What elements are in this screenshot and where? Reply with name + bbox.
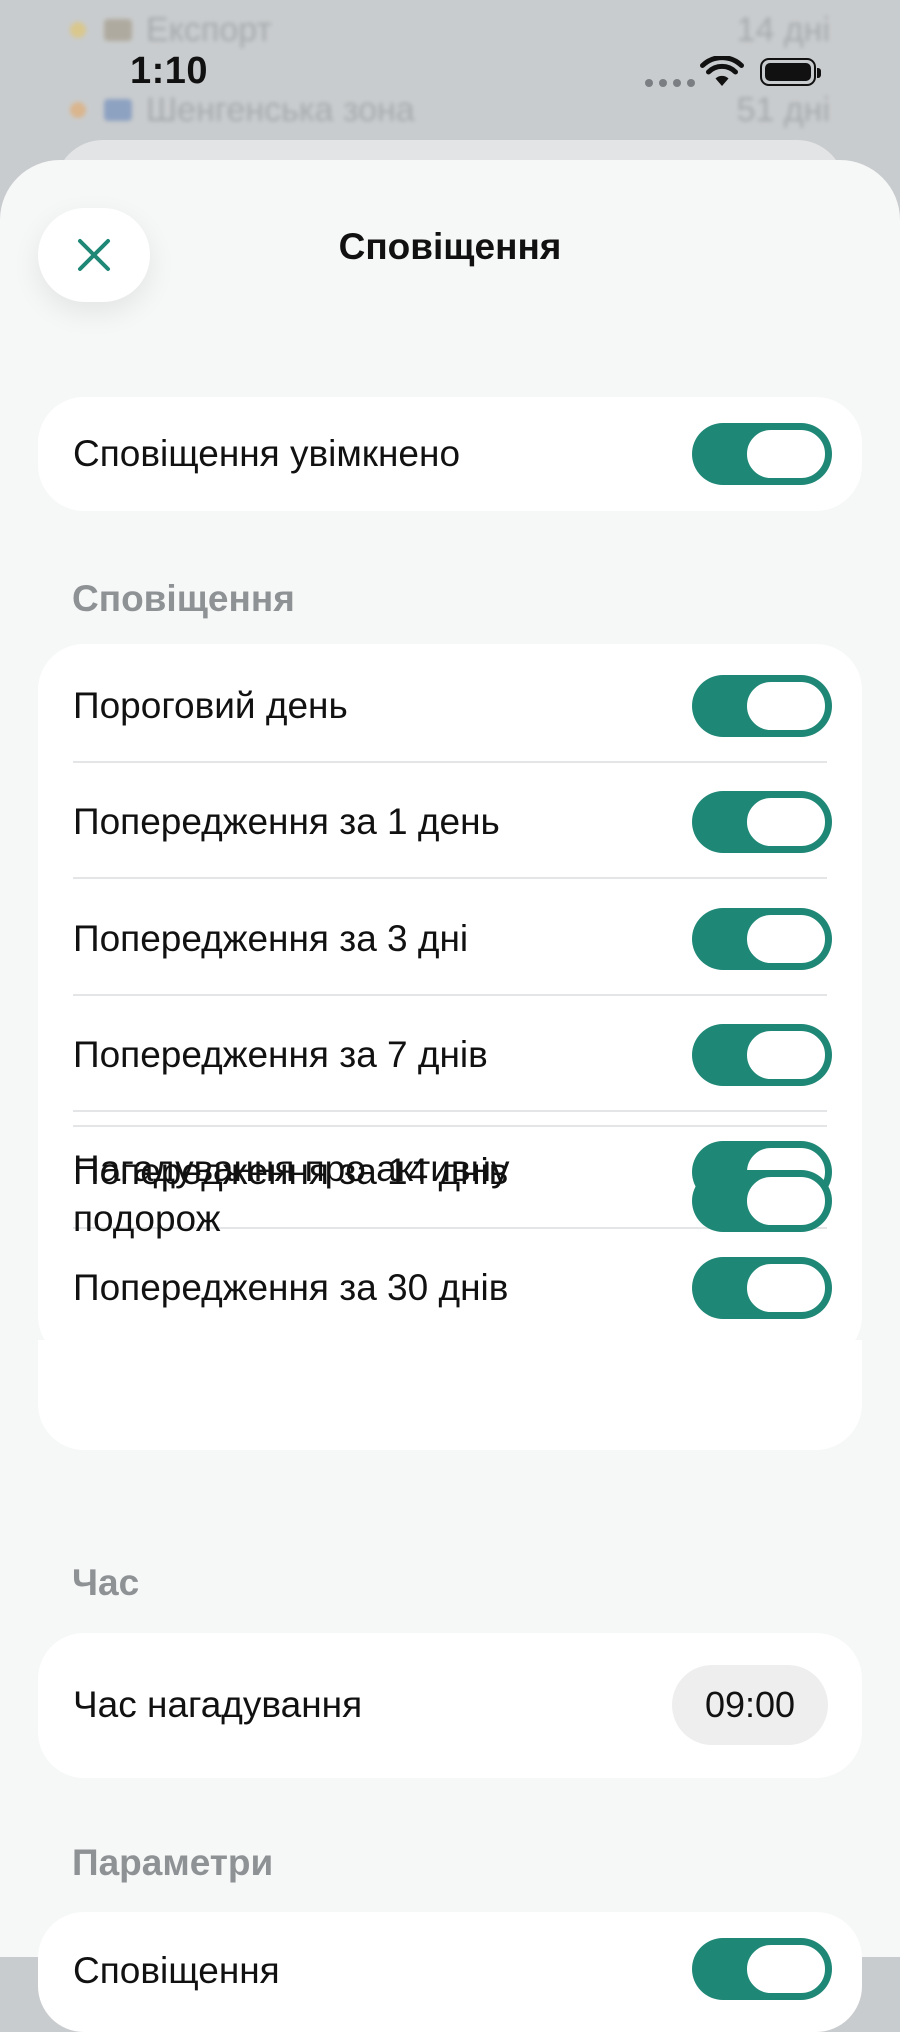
parameters-first-toggle[interactable] bbox=[692, 1938, 832, 2000]
notification-item-label: Пороговий день bbox=[73, 685, 348, 726]
notification-toggle-3-days[interactable] bbox=[692, 908, 832, 970]
status-bar: 1:10 bbox=[0, 0, 900, 140]
parameters-first-label: Сповіщення bbox=[73, 1950, 280, 1991]
notification-item-active-trip[interactable]: Нагадування про активну подорож bbox=[73, 1144, 593, 1244]
section-header-time: Час bbox=[72, 1562, 140, 1603]
divider bbox=[73, 761, 827, 763]
divider bbox=[73, 1125, 827, 1127]
section-header-notifications: Сповіщення bbox=[72, 578, 295, 619]
notification-toggle-active-trip[interactable] bbox=[692, 1170, 832, 1232]
wifi-icon bbox=[700, 56, 744, 86]
notification-item-label: Попередження за 1 день bbox=[73, 801, 500, 842]
notification-item-label: Попередження за 30 днів bbox=[73, 1267, 509, 1308]
divider bbox=[73, 877, 827, 879]
notification-item-label: Попередження за 3 дні bbox=[73, 918, 469, 959]
status-time: 1:10 bbox=[130, 50, 209, 92]
notification-item-label: Нагадування про активну подорож bbox=[73, 1148, 510, 1239]
master-toggle-card: Сповіщення увімкнено bbox=[38, 397, 862, 511]
reminder-time-picker[interactable]: 09:00 bbox=[672, 1665, 828, 1745]
notification-toggle-1-day[interactable] bbox=[692, 791, 832, 853]
sheet-title: Сповіщення bbox=[338, 226, 562, 267]
notifications-card: Пороговий день Попередження за 1 день По… bbox=[38, 644, 862, 1362]
parameters-card: Сповіщення bbox=[38, 1912, 862, 2032]
notification-toggle-30-days[interactable] bbox=[692, 1257, 832, 1319]
battery-icon bbox=[760, 58, 821, 86]
notification-item-label: Попередження за 7 днів bbox=[73, 1034, 488, 1075]
notification-toggle-threshold-day[interactable] bbox=[692, 675, 832, 737]
notifications-sheet: Сповіщення Сповіщення увімкнено Сповіщен… bbox=[0, 160, 900, 2032]
section-header-parameters: Параметри bbox=[72, 1842, 274, 1883]
notification-toggle-7-days[interactable] bbox=[692, 1024, 832, 1086]
divider bbox=[73, 994, 827, 996]
master-toggle-label: Сповіщення увімкнено bbox=[73, 433, 461, 474]
cellular-signal-icon bbox=[645, 79, 695, 87]
time-card: Час нагадування 09:00 bbox=[38, 1633, 862, 1778]
master-toggle-switch[interactable] bbox=[692, 423, 832, 485]
divider bbox=[73, 1110, 827, 1112]
notifications-card-bottom bbox=[38, 1340, 862, 1450]
reminder-time-label: Час нагадування bbox=[73, 1684, 363, 1725]
